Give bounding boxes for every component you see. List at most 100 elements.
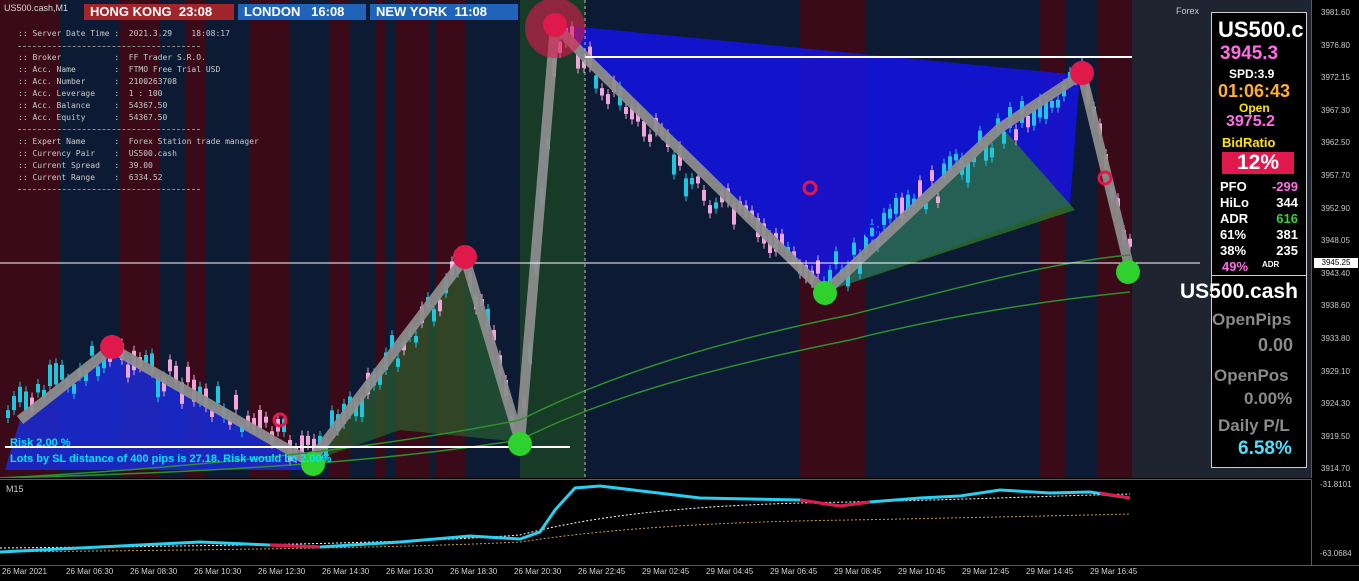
stat-value: 616 xyxy=(1276,211,1298,226)
candle-body xyxy=(36,383,40,393)
adr-percent: 49% xyxy=(1222,259,1249,274)
candle-body xyxy=(708,205,712,214)
candle-body xyxy=(438,299,442,312)
time-tick: 26 Mar 22:45 xyxy=(578,567,626,576)
candle-body xyxy=(888,208,892,219)
stat-value: -299 xyxy=(1271,179,1298,194)
candle-body xyxy=(96,366,100,377)
osc-signal-fast xyxy=(0,493,1131,549)
pivot-high xyxy=(100,335,124,359)
price-tick: 3962.50 xyxy=(1321,138,1350,148)
price-tick: 3924.30 xyxy=(1321,399,1350,409)
candle-body xyxy=(264,416,268,423)
time-tick: 29 Mar 16:45 xyxy=(1090,567,1138,576)
oscillator-label: M15 xyxy=(6,484,24,494)
candle-body xyxy=(90,345,94,356)
time-tick: 26 Mar 18:30 xyxy=(450,567,498,576)
lot-calculation: Lots by SL distance of 400 pips is 27.18… xyxy=(10,453,332,465)
price-tick: 3981.60 xyxy=(1321,8,1350,17)
info-panel: US500.c 3945.3 SPD:3.9 01:06:43 Open 397… xyxy=(1180,12,1307,468)
price-chart[interactable]: US500.cash,M1 HONG KONG 23:08 LONDON 16:… xyxy=(0,0,1311,478)
time-tick: 26 Mar 16:30 xyxy=(386,567,434,576)
candle-body xyxy=(216,386,220,404)
separator xyxy=(18,189,200,190)
candle-body xyxy=(414,336,418,343)
info-line: :: Broker : FF Trader S.R.O. xyxy=(18,53,206,62)
candle-body xyxy=(6,410,10,419)
oscillator-pane[interactable]: M15 xyxy=(0,479,1311,566)
time-tick: 26 Mar 2021 xyxy=(2,567,47,576)
stat-label: ADR xyxy=(1220,211,1249,226)
candle-body xyxy=(432,309,436,322)
symbol-label: US500.cash,M1 xyxy=(4,3,69,13)
clock-hong-kong: HONG KONG 23:08 xyxy=(84,4,234,20)
candle-body xyxy=(1026,115,1030,128)
price-tick: 3952.90 xyxy=(1321,203,1350,213)
candle-body xyxy=(594,75,598,89)
time-tick: 29 Mar 12:45 xyxy=(962,567,1010,576)
time-tick: 29 Mar 10:45 xyxy=(898,567,946,576)
candle-body xyxy=(1002,131,1006,144)
openpos-value: 0.00% xyxy=(1244,389,1293,408)
candle-body xyxy=(648,134,652,142)
current-price-tag: 3945.25 xyxy=(1314,258,1358,268)
oscillator-canvas xyxy=(0,484,1131,554)
separator xyxy=(18,129,200,130)
stat-label: 38% xyxy=(1220,243,1247,258)
price-tick: 3919.50 xyxy=(1321,431,1350,441)
candle-body xyxy=(306,435,310,445)
candle-body xyxy=(600,88,604,96)
panel-price: 3945.3 xyxy=(1220,43,1279,64)
price-tick: 3976.80 xyxy=(1321,40,1350,50)
pivot-high xyxy=(543,13,567,37)
time-tick: 29 Mar 06:45 xyxy=(770,567,818,576)
pivot-low xyxy=(508,432,532,456)
price-tick: 3914.70 xyxy=(1321,464,1350,474)
candle-body xyxy=(954,153,958,161)
separator xyxy=(18,46,200,47)
stat-value: 381 xyxy=(1276,227,1298,242)
info-line: :: Currency Pair : US500.cash xyxy=(18,149,177,158)
price-tick: 3933.80 xyxy=(1321,334,1350,343)
panel-symbol: US500.c xyxy=(1218,17,1304,42)
osc-main-line xyxy=(0,484,1131,554)
candle-body xyxy=(396,358,400,367)
candle-body xyxy=(930,170,934,181)
candle-body xyxy=(696,176,700,184)
adr-small-label: ADR xyxy=(1262,260,1280,269)
candle-body xyxy=(672,154,676,175)
stat-label: 61% xyxy=(1220,227,1247,242)
time-tick: 26 Mar 20:30 xyxy=(514,567,562,576)
candle-body xyxy=(1050,101,1054,108)
candle-body xyxy=(12,396,16,411)
price-tick: 3972.15 xyxy=(1321,73,1350,83)
openpips-value: 0.00 xyxy=(1258,335,1294,355)
info-line: :: Current Range : 6334.52 xyxy=(18,173,163,182)
candle-body xyxy=(702,189,706,201)
candle-body xyxy=(258,410,262,429)
candle-body xyxy=(642,121,646,137)
oscillator-axis[interactable]: -31.8101 -63.0684 xyxy=(1311,479,1359,565)
daily-pl-label: Daily P/L xyxy=(1218,416,1290,435)
osc-neg-segment xyxy=(799,498,871,508)
separator xyxy=(1212,275,1306,276)
open-value: 3975.2 xyxy=(1226,113,1275,130)
info-line: :: Acc. Balance : 54367.50 xyxy=(18,101,168,110)
stat-value: 235 xyxy=(1276,243,1298,258)
info-line: :: Acc. Number : 2100263708 xyxy=(18,77,177,86)
time-tick: 29 Mar 04:45 xyxy=(706,567,754,576)
price-tick: 3957.70 xyxy=(1321,171,1350,180)
time-tick: 26 Mar 10:30 xyxy=(194,567,242,576)
panel-spread: SPD:3.9 xyxy=(1229,67,1275,81)
time-tick: 26 Mar 14:30 xyxy=(322,567,370,576)
candle-body xyxy=(882,212,886,225)
candle-body xyxy=(18,386,22,403)
time-tick: 26 Mar 12:30 xyxy=(258,567,306,576)
info-line: :: Acc. Name : FTMO Free Trial USD xyxy=(18,65,221,74)
bidratio-label: BidRatio xyxy=(1222,135,1276,150)
candle-body xyxy=(1014,129,1018,141)
time-tick: 29 Mar 02:45 xyxy=(642,567,690,576)
osc-neg-segment xyxy=(269,543,321,549)
time-tick: 26 Mar 06:30 xyxy=(66,567,114,576)
openpips-label: OpenPips xyxy=(1212,310,1292,329)
